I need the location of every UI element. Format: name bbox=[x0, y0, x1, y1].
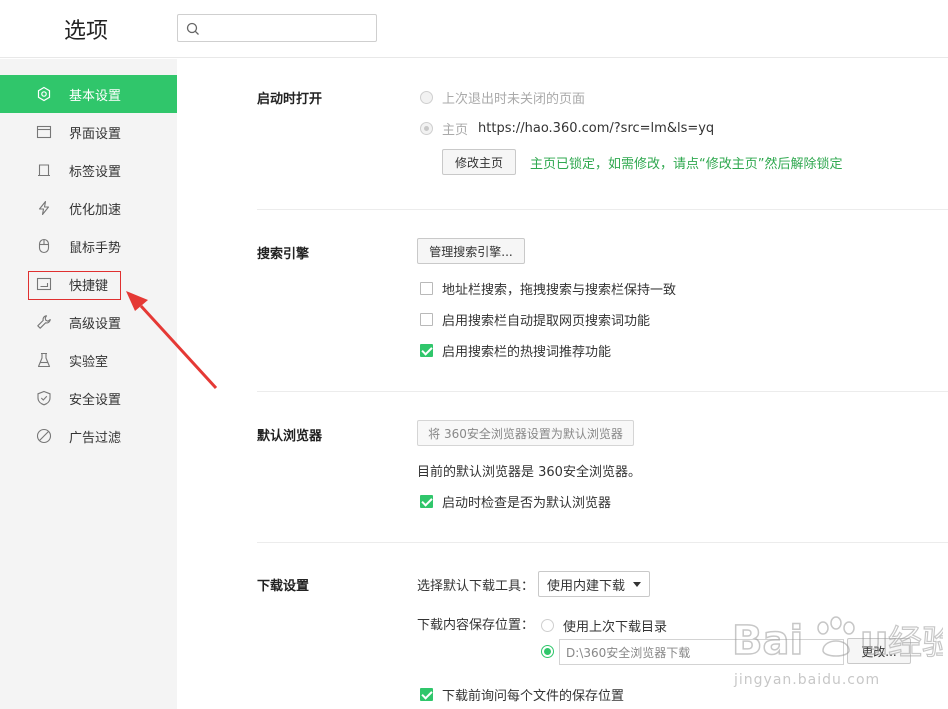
sidebar-item-basic-settings[interactable]: 基本设置 bbox=[0, 75, 177, 113]
mouse-icon bbox=[38, 238, 50, 254]
check-default-checkbox[interactable] bbox=[420, 495, 433, 508]
last-dir-radio[interactable] bbox=[541, 619, 554, 632]
divider bbox=[257, 209, 948, 210]
download-tool-value: 使用内建下载 bbox=[547, 578, 626, 594]
sidebar-item-label: 标签设置 bbox=[69, 165, 122, 180]
manage-search-engines-button[interactable]: 管理搜索引擎... bbox=[417, 238, 525, 264]
startup-restore-option[interactable]: 上次退出时未关闭的页面 bbox=[420, 88, 585, 107]
check-default-label: 启动时检查是否为默认浏览器 bbox=[442, 496, 612, 511]
sidebar-item-label: 广告过滤 bbox=[69, 431, 122, 446]
page-title: 选项 bbox=[64, 19, 109, 44]
divider bbox=[257, 542, 948, 543]
sidebar-item-label: 高级设置 bbox=[69, 317, 122, 332]
restore-label: 上次退出时未关闭的页面 bbox=[442, 92, 586, 107]
sidebar-item-label: 安全设置 bbox=[69, 393, 122, 408]
search-option-2-checkbox[interactable] bbox=[420, 313, 433, 326]
search-option-1[interactable]: 地址栏搜索，拖拽搜索与搜索栏保持一致 bbox=[420, 279, 676, 298]
edit-home-button[interactable]: 修改主页 bbox=[442, 149, 516, 175]
sidebar-item-mouse-gestures[interactable]: 鼠标手势 bbox=[0, 227, 177, 265]
search-icon bbox=[186, 22, 199, 35]
home-locked-note: 主页已锁定，如需修改，请点“修改主页”然后解除锁定 bbox=[530, 157, 843, 172]
block-icon bbox=[36, 428, 52, 444]
set-default-browser-button[interactable]: 将 360安全浏览器设置为默认浏览器 bbox=[417, 420, 634, 446]
tab-icon bbox=[38, 164, 50, 177]
custom-path-radio[interactable] bbox=[541, 645, 554, 658]
sidebar-item-interface-settings[interactable]: 界面设置 bbox=[0, 113, 177, 151]
flask-icon bbox=[37, 352, 51, 368]
restore-radio[interactable] bbox=[420, 91, 433, 104]
sidebar-item-optimize[interactable]: 优化加速 bbox=[0, 189, 177, 227]
download-tool-select[interactable]: 使用内建下载 bbox=[538, 571, 651, 597]
search-option-2[interactable]: 启用搜索栏自动提取网页搜索词功能 bbox=[420, 310, 650, 329]
search-option-1-checkbox[interactable] bbox=[420, 282, 433, 295]
search-option-3[interactable]: 启用搜索栏的热搜词推荐功能 bbox=[420, 341, 611, 360]
divider bbox=[257, 391, 948, 392]
wrench-icon bbox=[37, 315, 51, 329]
section-title-search-engine: 搜索引擎 bbox=[257, 247, 310, 262]
highlight-box bbox=[28, 271, 121, 300]
search-input[interactable] bbox=[177, 14, 377, 42]
section-title-default-browser: 默认浏览器 bbox=[257, 429, 323, 444]
sidebar-item-lab[interactable]: 实验室 bbox=[0, 341, 177, 379]
ask-each-file-option[interactable]: 下载前询问每个文件的保存位置 bbox=[420, 685, 624, 704]
window-icon bbox=[36, 125, 52, 139]
default-browser-status: 目前的默认浏览器是 360安全浏览器。 bbox=[417, 465, 641, 480]
download-path-input[interactable]: D:\360安全浏览器下载 bbox=[559, 639, 844, 665]
home-radio[interactable] bbox=[420, 122, 433, 135]
sidebar-item-ad-filter[interactable]: 广告过滤 bbox=[0, 417, 177, 455]
sidebar-item-advanced-settings[interactable]: 高级设置 bbox=[0, 303, 177, 341]
home-label: 主页 bbox=[442, 123, 469, 138]
top-bar: 选项 bbox=[0, 0, 948, 58]
sidebar-item-label: 优化加速 bbox=[69, 203, 122, 218]
download-tool-label: 选择默认下载工具： bbox=[417, 579, 535, 594]
sidebar-item-label: 鼠标手势 bbox=[69, 241, 122, 256]
sidebar-item-security-settings[interactable]: 安全设置 bbox=[0, 379, 177, 417]
search-option-2-label: 启用搜索栏自动提取网页搜索词功能 bbox=[442, 314, 651, 329]
chevron-down-icon bbox=[633, 581, 642, 587]
settings-content: 启动时打开 上次退出时未关闭的页面 主页 https://hao.360.com… bbox=[177, 59, 948, 709]
sidebar-item-label: 实验室 bbox=[69, 355, 109, 370]
download-last-dir-option[interactable]: 使用上次下载目录 bbox=[541, 616, 667, 635]
change-path-button[interactable]: 更改... bbox=[847, 638, 911, 664]
sidebar-item-label: 基本设置 bbox=[69, 89, 122, 104]
ask-each-file-label: 下载前询问每个文件的保存位置 bbox=[442, 689, 625, 704]
sidebar-item-label: 界面设置 bbox=[69, 127, 122, 142]
settings-gear-icon bbox=[37, 86, 51, 102]
startup-home-option[interactable]: 主页 https://hao.360.com/?src=lm&ls=yq bbox=[420, 119, 714, 138]
sidebar-item-tab-settings[interactable]: 标签设置 bbox=[0, 151, 177, 189]
download-location-label: 下载内容保存位置： bbox=[417, 618, 535, 633]
home-url: https://hao.360.com/?src=lm&ls=yq bbox=[478, 121, 715, 136]
ask-each-file-checkbox[interactable] bbox=[420, 688, 433, 701]
last-dir-label: 使用上次下载目录 bbox=[563, 620, 668, 635]
lightning-icon bbox=[38, 200, 50, 216]
shield-icon bbox=[37, 390, 51, 406]
search-option-1-label: 地址栏搜索，拖拽搜索与搜索栏保持一致 bbox=[442, 283, 677, 298]
section-title-startup: 启动时打开 bbox=[257, 92, 323, 107]
check-default-on-startup[interactable]: 启动时检查是否为默认浏览器 bbox=[420, 492, 611, 511]
sidebar: 基本设置 界面设置 标签设置 优化加速 鼠标手势 快捷键 高级设置 实验室 安全… bbox=[0, 59, 177, 709]
search-option-3-label: 启用搜索栏的热搜词推荐功能 bbox=[442, 345, 612, 360]
search-option-3-checkbox[interactable] bbox=[420, 344, 433, 357]
section-title-download: 下载设置 bbox=[257, 579, 310, 594]
